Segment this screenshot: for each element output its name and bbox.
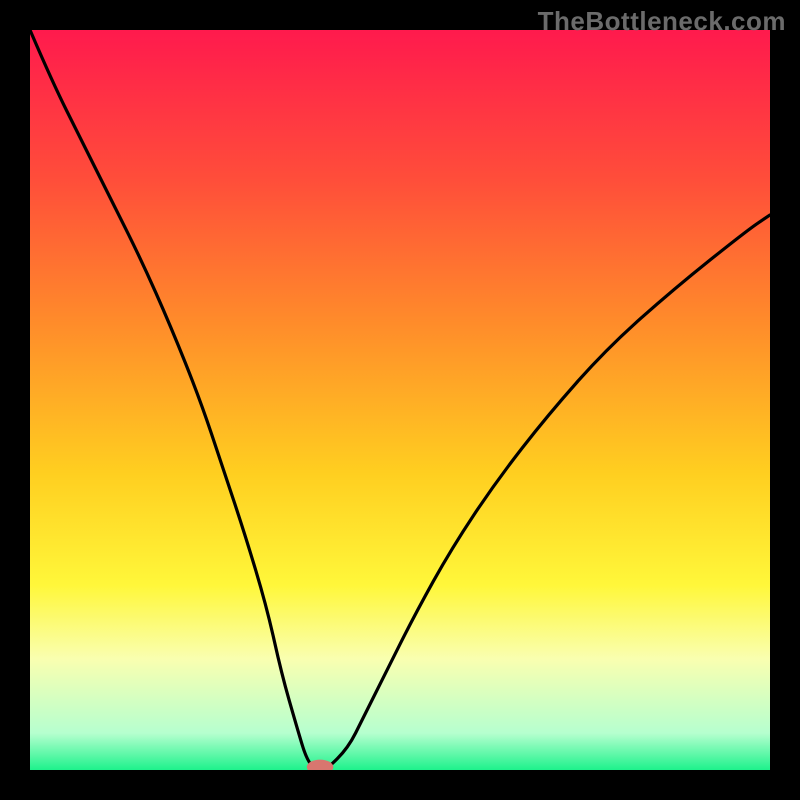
chart-frame: TheBottleneck.com (0, 0, 800, 800)
chart-background (30, 30, 770, 770)
watermark-text: TheBottleneck.com (538, 6, 786, 37)
chart-svg (30, 30, 770, 770)
chart-plot-area (30, 30, 770, 770)
